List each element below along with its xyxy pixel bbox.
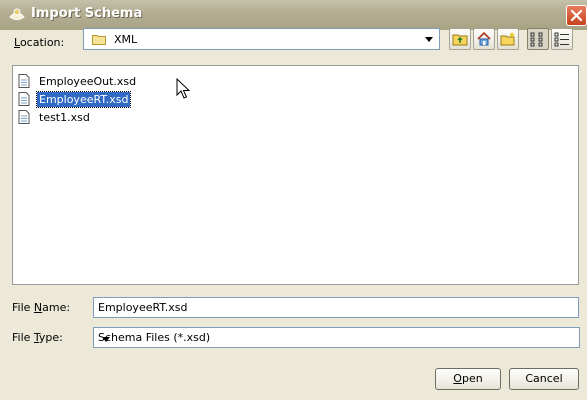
title-bar[interactable]: Import Schema: [0, 0, 587, 31]
location-value: XML: [114, 33, 138, 46]
open-button-label: pen: [461, 372, 483, 385]
file-name-label: File Name:: [12, 301, 70, 314]
details-view-button[interactable]: [551, 28, 573, 50]
file-name-label-text-end: ame:: [42, 301, 71, 314]
close-button[interactable]: [566, 5, 587, 26]
open-button-mnemonic: O: [453, 372, 462, 385]
file-icon: [18, 110, 30, 127]
home-icon: [477, 31, 491, 46]
file-icon: [18, 92, 30, 109]
file-type-value: Schema Files (*.xsd): [98, 331, 211, 344]
cancel-button[interactable]: Cancel: [509, 368, 579, 390]
list-view-button[interactable]: [527, 28, 549, 50]
file-icon: [18, 74, 30, 91]
details-view-icon: [554, 32, 569, 47]
location-combo[interactable]: XML: [83, 28, 440, 50]
schema-app-icon: [8, 7, 26, 23]
location-label-text: ocation:: [19, 36, 65, 49]
up-folder-icon: [452, 34, 468, 46]
up-folder-button[interactable]: [449, 28, 471, 50]
file-name-label-text: File: [12, 301, 34, 314]
file-list[interactable]: EmployeeOut.xsd EmployeeRT.xsd test1.xsd: [12, 65, 579, 285]
file-name-label-mnemonic: N: [33, 301, 43, 314]
window-title: Import Schema: [31, 6, 143, 21]
list-view-icon: [530, 32, 543, 47]
close-icon: [570, 9, 583, 22]
chevron-down-icon[interactable]: [421, 31, 437, 47]
folder-icon: [92, 34, 106, 48]
file-type-label-text: File: [12, 331, 34, 344]
chevron-down-icon[interactable]: [98, 331, 114, 347]
file-type-label-text-end: ype:: [38, 331, 63, 344]
location-label: Location:: [14, 36, 64, 49]
file-name: EmployeeOut.xsd: [39, 75, 137, 88]
new-folder-icon: [500, 32, 515, 46]
file-name: EmployeeRT.xsd: [35, 91, 132, 108]
file-name: test1.xsd: [39, 111, 90, 124]
mouse-cursor: [176, 77, 191, 103]
open-button[interactable]: Open: [435, 368, 501, 390]
file-name-field[interactable]: EmployeeRT.xsd: [93, 297, 579, 318]
new-folder-button[interactable]: [497, 28, 519, 50]
file-type-combo[interactable]: Schema Files (*.xsd): [93, 327, 580, 348]
file-type-label: File Type:: [12, 331, 63, 344]
home-button[interactable]: [473, 28, 495, 50]
